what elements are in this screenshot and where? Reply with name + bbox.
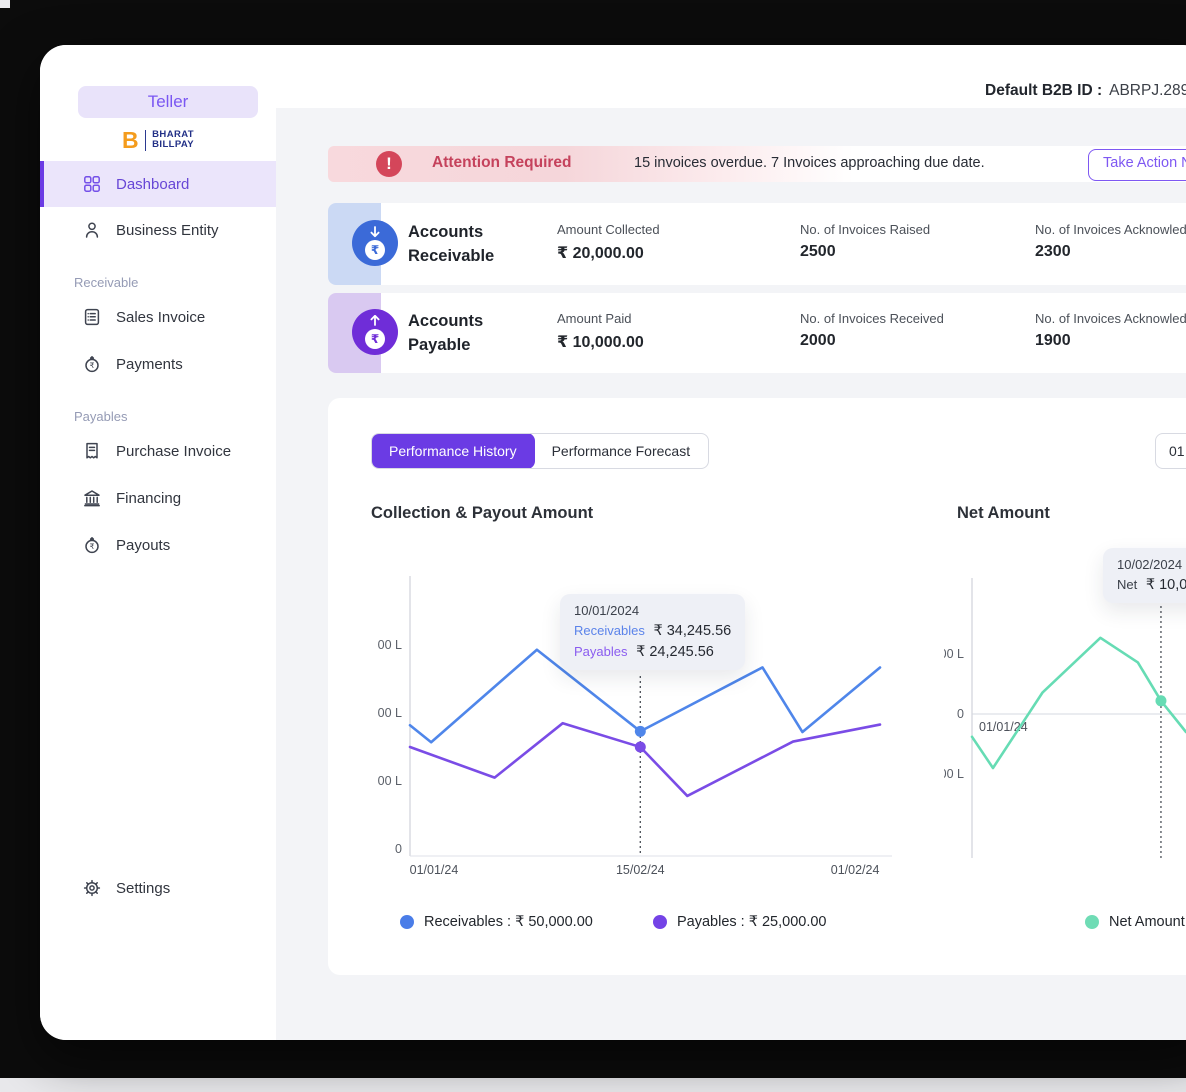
section-label-payables: Payables	[74, 409, 127, 424]
logo-letter: B	[122, 129, 139, 152]
sidebar-item-label: Purchase Invoice	[116, 443, 231, 460]
accounts-receivable-row: ₹ Accounts Receivable Amount Collected ₹…	[328, 203, 1186, 285]
tab-performance-history[interactable]: Performance History	[371, 433, 535, 469]
tooltip-series-label: Payables	[574, 644, 627, 659]
svg-text:0: 0	[957, 707, 964, 721]
stat-invoices-received: No. of Invoices Received 2000	[800, 311, 944, 350]
legend-receivables[interactable]: Receivables : ₹ 50,000.00	[400, 914, 593, 930]
sidebar-item-label: Financing	[116, 490, 181, 507]
svg-text:01/01/24: 01/01/24	[410, 863, 459, 877]
logo-text: BHARAT BILLPAY	[152, 130, 194, 150]
sidebar-item-financing[interactable]: Financing	[40, 476, 276, 520]
svg-text:300 L: 300 L	[378, 638, 402, 652]
app-window: Teller B BHARAT BILLPAY Dashboard	[40, 45, 1186, 1040]
sidebar-item-label: Sales Invoice	[116, 309, 205, 326]
svg-text:0: 0	[395, 842, 402, 856]
payout-clock-icon: ₹	[82, 535, 102, 555]
logo-divider	[145, 130, 147, 151]
chart-tooltip: 10/01/2024 Receivables ₹ 34,245.56 Payab…	[560, 594, 745, 670]
sidebar-item-payouts[interactable]: ₹ Payouts	[40, 523, 276, 567]
banner-title: Attention Required	[432, 154, 572, 172]
sidebar-item-label: Dashboard	[116, 176, 189, 193]
row-title: Accounts Payable	[408, 309, 483, 357]
app-name: Teller	[148, 92, 189, 112]
sidebar-item-label: Payouts	[116, 537, 170, 554]
rupee-badge: ₹	[365, 329, 385, 349]
svg-text:₹: ₹	[90, 361, 95, 370]
bank-icon	[82, 488, 102, 508]
sidebar-item-settings[interactable]: Settings	[40, 866, 276, 910]
performance-tabs: Performance History Performance Forecast	[371, 433, 709, 469]
banner-message: 15 invoices overdue. 7 Invoices approach…	[634, 155, 985, 171]
payment-clock-icon: ₹	[82, 354, 102, 374]
svg-text:₹: ₹	[90, 542, 95, 551]
invoice-icon	[82, 307, 102, 327]
chart-title-net-amount: Net Amount	[957, 504, 1050, 523]
svg-text:100 L: 100 L	[378, 774, 402, 788]
grid-icon	[82, 174, 102, 194]
section-label-receivable: Receivable	[74, 275, 138, 290]
person-icon	[82, 220, 102, 240]
receive-money-icon: ₹	[352, 220, 398, 266]
legend-payables[interactable]: Payables : ₹ 25,000.00	[653, 914, 827, 930]
legend-dot	[1085, 915, 1099, 929]
sidebar-item-dashboard[interactable]: Dashboard	[40, 161, 280, 207]
svg-text:01/02/24: 01/02/24	[831, 863, 880, 877]
gear-icon	[82, 878, 102, 898]
send-money-icon: ₹	[352, 309, 398, 355]
rupee-badge: ₹	[365, 240, 385, 260]
svg-text:-100 L: -100 L	[944, 767, 964, 781]
sidebar-item-label: Payments	[116, 356, 183, 373]
receipt-icon	[82, 441, 102, 461]
svg-text:+100 L: +100 L	[944, 647, 964, 661]
stat-invoices-acknowledged: No. of Invoices Acknowledged 2300	[1035, 222, 1186, 261]
b2b-id-label: Default B2B ID :	[985, 82, 1102, 99]
svg-text:200 L: 200 L	[378, 706, 402, 720]
date-range-filter[interactable]: 01	[1155, 433, 1186, 469]
legend-dot	[653, 915, 667, 929]
desktop-corner-fragment	[0, 0, 10, 8]
stat-invoices-acknowledged: No. of Invoices Acknowledged 1900	[1035, 311, 1186, 350]
sidebar-item-payments[interactable]: ₹ Payments	[40, 342, 276, 386]
b2b-id-value: ABRPJ.289	[1109, 82, 1186, 99]
bharat-billpay-logo: B BHARAT BILLPAY	[40, 123, 276, 157]
sidebar-item-label: Business Entity	[116, 222, 219, 239]
sidebar-item-label: Settings	[116, 880, 170, 897]
stat-amount-collected: Amount Collected ₹ 20,000.00	[557, 222, 660, 263]
sidebar-item-sales-invoice[interactable]: Sales Invoice	[40, 295, 276, 339]
tooltip-series-label: Net	[1117, 577, 1137, 592]
chart-title-collection-payout: Collection & Payout Amount	[371, 504, 593, 523]
attention-banner: ! Attention Required 15 invoices overdue…	[328, 146, 1186, 182]
default-b2b-id: Default B2B ID : ABRPJ.289	[985, 76, 1186, 106]
sidebar: Teller B BHARAT BILLPAY Dashboard	[40, 45, 276, 1040]
performance-panel: Performance History Performance Forecast…	[328, 398, 1186, 975]
tab-performance-forecast[interactable]: Performance Forecast	[534, 434, 709, 468]
stat-invoices-raised: No. of Invoices Raised 2500	[800, 222, 930, 261]
screen: Teller B BHARAT BILLPAY Dashboard	[0, 0, 1186, 1092]
app-name-badge: Teller	[78, 86, 258, 118]
legend-dot	[400, 915, 414, 929]
tooltip-series-label: Receivables	[574, 623, 645, 638]
svg-text:15/02/24: 15/02/24	[616, 863, 665, 877]
net-amount-chart[interactable]: +100 L0-100 L01/01/24	[944, 568, 1186, 888]
alert-icon: !	[376, 151, 402, 177]
sidebar-item-business-entity[interactable]: Business Entity	[40, 208, 276, 252]
stat-amount-paid: Amount Paid ₹ 10,000.00	[557, 311, 644, 352]
desktop-bottom-strip	[0, 1078, 1186, 1092]
chart-tooltip: 10/02/2024 Net ₹ 10,000.00	[1103, 548, 1186, 603]
row-title: Accounts Receivable	[408, 220, 494, 268]
legend-net-amount[interactable]: Net Amount	[1085, 914, 1185, 930]
sidebar-item-purchase-invoice[interactable]: Purchase Invoice	[40, 429, 276, 473]
take-action-button[interactable]: Take Action Now	[1088, 149, 1186, 181]
accounts-payable-row: ₹ Accounts Payable Amount Paid ₹ 10,000.…	[328, 293, 1186, 373]
